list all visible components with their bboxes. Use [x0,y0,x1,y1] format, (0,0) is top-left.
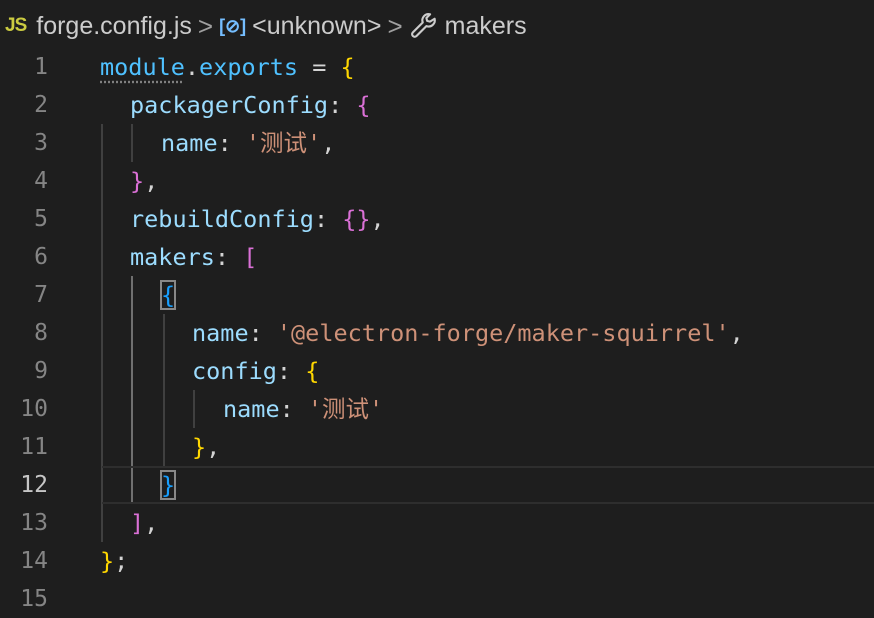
code-token: { [356,91,371,119]
code-token: : [248,319,277,347]
line-number: 15 [20,586,48,612]
line-number: 8 [34,320,48,346]
code-token: , [370,205,385,233]
code-text[interactable]: makers: [ [130,238,257,276]
code-token: name [223,395,280,423]
line-number: 5 [34,206,48,232]
matched-bracket: { [159,280,177,310]
line-number: 6 [34,244,48,270]
code-line[interactable]: 13 ], [0,504,874,542]
code-text[interactable]: name: '测试' [223,390,383,428]
code-line[interactable]: 7 { [0,276,874,314]
code-token: '测试' [245,129,322,157]
code-text[interactable]: module.exports = { [100,48,355,86]
code-token: ; [114,547,129,575]
line-number: 2 [34,92,48,118]
code-text[interactable]: packagerConfig: { [130,86,371,124]
code-token: : [276,357,306,385]
line-number: 12 [20,472,48,498]
code-token: } [130,167,145,195]
matched-bracket: } [159,470,177,500]
code-text[interactable]: }, [192,428,220,466]
code-token: '@electron-forge/maker-squirrel' [276,319,730,347]
code-line[interactable]: 3 name: '测试', [0,124,874,162]
wrench-icon [410,13,436,38]
code-token: , [206,433,221,461]
code-token: packagerConfig [130,91,329,119]
code-line[interactable]: 9 config: { [0,352,874,390]
code-text[interactable]: } [159,466,177,504]
javascript-file-icon: JS [5,15,27,36]
breadcrumb-symbol[interactable]: <unknown> [252,12,381,41]
code-line-current[interactable]: 12 } [0,466,874,504]
code-token: : [217,129,246,157]
line-number: 9 [34,358,48,384]
line-number: 1 [34,54,48,80]
line-number: 14 [20,548,48,574]
code-text[interactable]: config: { [192,352,319,390]
line-number: 13 [20,510,48,536]
code-line[interactable]: 2 packagerConfig: { [0,86,874,124]
code-token: name [161,129,218,157]
code-token: : [279,395,308,423]
breadcrumb-property[interactable]: makers [445,12,527,41]
code-line[interactable]: 4 }, [0,162,874,200]
line-number: 4 [34,168,48,194]
code-token: { [305,357,320,385]
line-number: 10 [20,396,48,422]
code-token: : [214,243,244,271]
line-number: 7 [34,282,48,308]
code-token: rebuildConfig [130,205,314,233]
code-token: , [144,509,159,537]
code-text[interactable]: { [159,276,177,314]
code-line[interactable]: 15 [0,580,874,618]
breadcrumb-file[interactable]: forge.config.js [36,12,192,41]
code-line[interactable]: 5 rebuildConfig: {}, [0,200,874,238]
code-line[interactable]: 1 module.exports = { [0,48,874,86]
code-line[interactable]: 11 }, [0,428,874,466]
code-token: [ [243,243,258,271]
breadcrumb: JS forge.config.js > [⊘] <unknown> > mak… [0,0,874,52]
code-token: { [340,53,355,81]
code-text[interactable]: ], [130,504,158,542]
code-token: , [729,319,744,347]
code-text[interactable]: }, [130,162,158,200]
code-token: = [298,53,341,81]
code-line[interactable]: 14 }; [0,542,874,580]
line-number: 3 [34,130,48,156]
code-token: : [328,91,357,119]
code-text[interactable]: }; [100,542,128,580]
code-line[interactable]: 8 name: '@electron-forge/maker-squirrel'… [0,314,874,352]
code-line[interactable]: 6 makers: [ [0,238,874,276]
line-number: 11 [20,434,48,460]
code-token: , [321,129,336,157]
code-token: } [192,433,207,461]
code-token: exports [199,53,299,81]
code-token: , [144,167,159,195]
code-text[interactable]: name: '测试', [161,124,335,162]
code-token: module [100,53,185,81]
code-token: : [313,205,343,233]
code-token: config [192,357,277,385]
symbol-variable-icon: [⊘] [219,15,247,36]
chevron-right-icon: > [197,10,214,41]
code-text[interactable]: name: '@electron-forge/maker-squirrel', [192,314,744,352]
chevron-right-icon: > [387,10,403,41]
code-token: } [100,547,115,575]
code-token: '测试' [307,395,384,423]
code-line[interactable]: 10 name: '测试' [0,390,874,428]
code-token: {} [342,205,371,233]
code-editor[interactable]: 1 module.exports = { 2 packagerConfig: {… [0,48,874,612]
code-token: name [192,319,249,347]
code-token: ] [130,509,145,537]
code-token: makers [130,243,215,271]
code-text[interactable]: rebuildConfig: {}, [130,200,385,238]
code-token: . [184,53,200,81]
